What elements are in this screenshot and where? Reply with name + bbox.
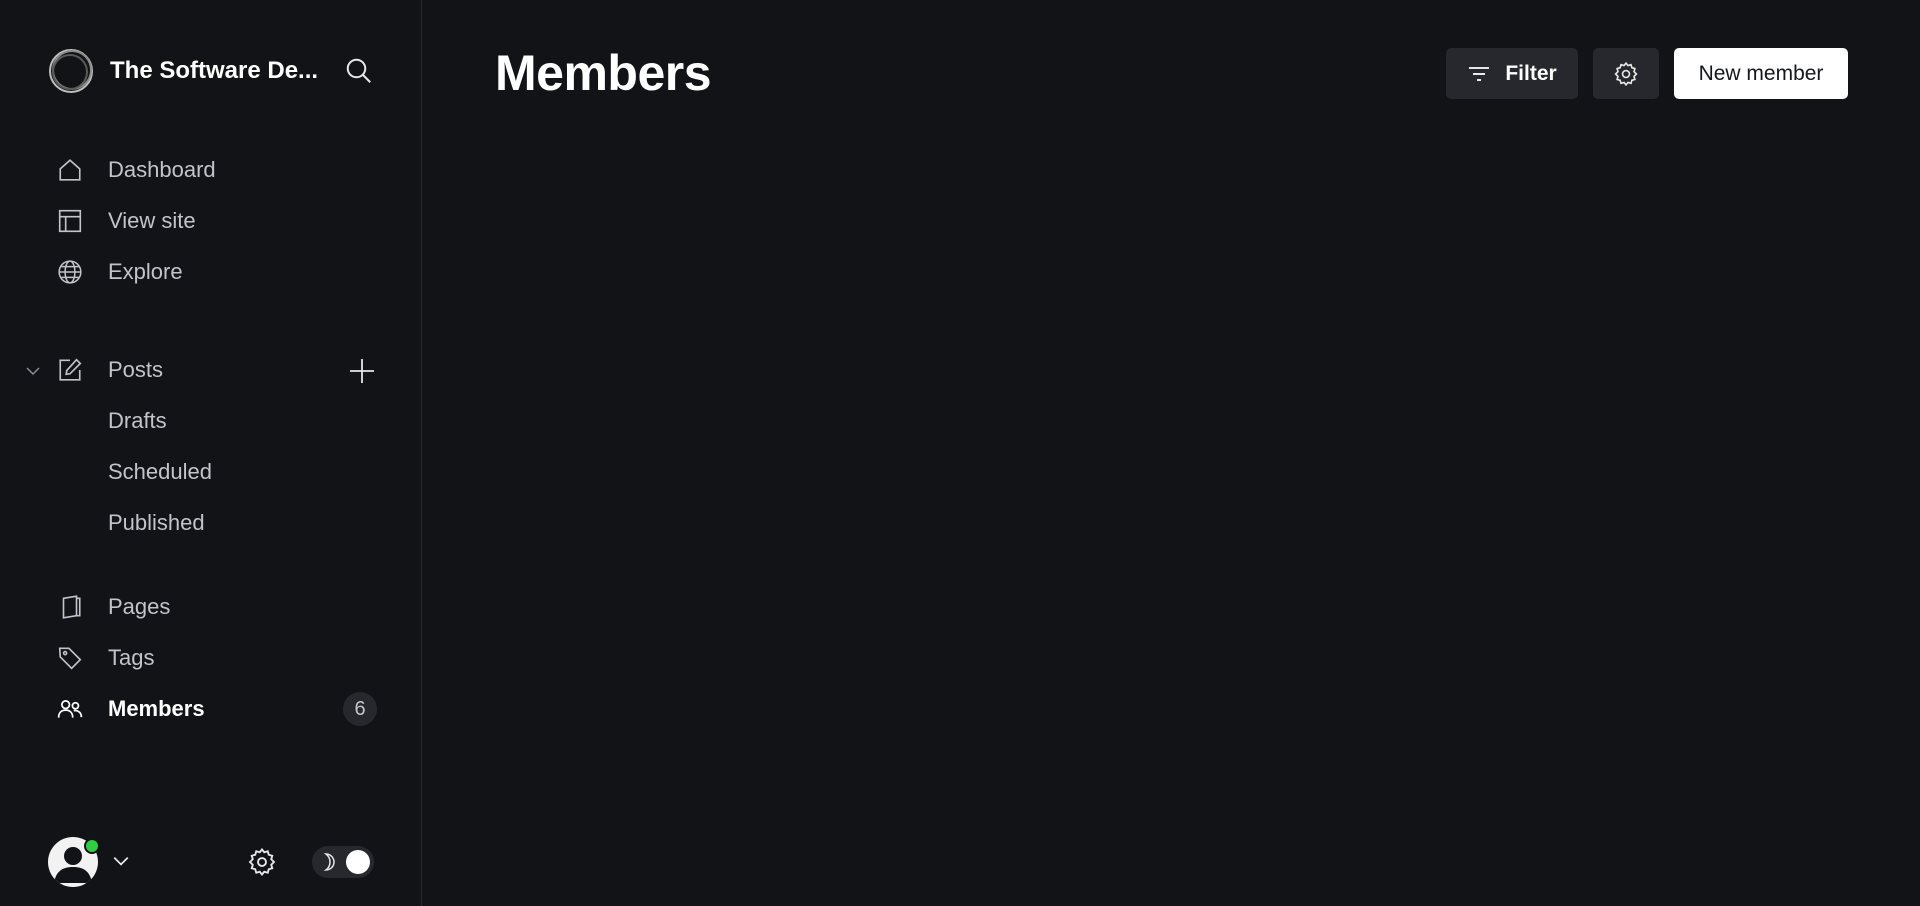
sub-item-scheduled[interactable]: Scheduled — [108, 454, 212, 490]
nav-label-explore: Explore — [108, 259, 183, 284]
site-logo-icon — [49, 49, 93, 93]
page-icon — [56, 593, 84, 621]
nav-label-posts: Posts — [108, 357, 164, 382]
nav-label-dashboard: Dashboard — [108, 157, 216, 182]
edit-icon — [56, 356, 84, 384]
layout-icon — [56, 207, 84, 235]
gear-icon — [1614, 61, 1638, 86]
brand[interactable]: The Software De... — [48, 48, 320, 94]
moon-icon — [318, 850, 340, 874]
nav-label-members: Members — [108, 696, 205, 721]
page-title: Members — [495, 45, 712, 101]
nav-item-posts[interactable]: Posts — [56, 350, 163, 390]
dark-mode-toggle[interactable] — [312, 846, 374, 878]
sub-item-published[interactable]: Published — [108, 505, 205, 541]
search-icon — [346, 58, 371, 83]
posts-collapse-toggle[interactable] — [22, 360, 44, 382]
chevron-down-icon — [113, 857, 129, 866]
nav-item-tags[interactable]: Tags — [56, 638, 154, 678]
add-post-button[interactable] — [346, 355, 378, 387]
toggle-knob — [346, 850, 370, 874]
nav-item-explore[interactable]: Explore — [56, 252, 183, 292]
tag-icon — [56, 644, 84, 672]
sidebar: The Software De... Dashboard View site E… — [0, 0, 422, 906]
home-icon — [56, 156, 84, 184]
nav-item-members[interactable]: Members — [56, 689, 205, 729]
nav-item-dashboard[interactable]: Dashboard — [56, 150, 216, 190]
filter-button-label: Filter — [1505, 61, 1557, 85]
search-button[interactable] — [342, 54, 376, 88]
nav-item-pages[interactable]: Pages — [56, 587, 170, 627]
nav-label-pages: Pages — [108, 594, 171, 619]
gear-icon — [248, 848, 276, 876]
main-content: Members Filter New member — [422, 0, 1920, 906]
nav-item-view-site[interactable]: View site — [56, 201, 196, 241]
new-member-button[interactable]: New member — [1674, 48, 1848, 99]
sub-item-drafts[interactable]: Drafts — [108, 403, 167, 439]
site-title: The Software De... — [110, 57, 319, 84]
chevron-down-icon — [26, 367, 40, 375]
user-menu-toggle[interactable] — [110, 850, 132, 872]
nav-label-tags: Tags — [108, 645, 155, 670]
filter-button[interactable]: Filter — [1446, 48, 1578, 99]
filter-icon — [1469, 66, 1490, 81]
plus-icon — [350, 359, 374, 383]
members-settings-button[interactable] — [1593, 48, 1659, 99]
online-status-indicator — [84, 838, 100, 854]
app-window: The Software De... Dashboard View site E… — [0, 0, 1920, 906]
nav-label-view-site: View site — [108, 208, 196, 233]
members-icon — [56, 695, 84, 723]
settings-button[interactable] — [245, 845, 279, 879]
members-count-badge: 6 — [343, 692, 377, 726]
globe-icon — [56, 258, 84, 286]
